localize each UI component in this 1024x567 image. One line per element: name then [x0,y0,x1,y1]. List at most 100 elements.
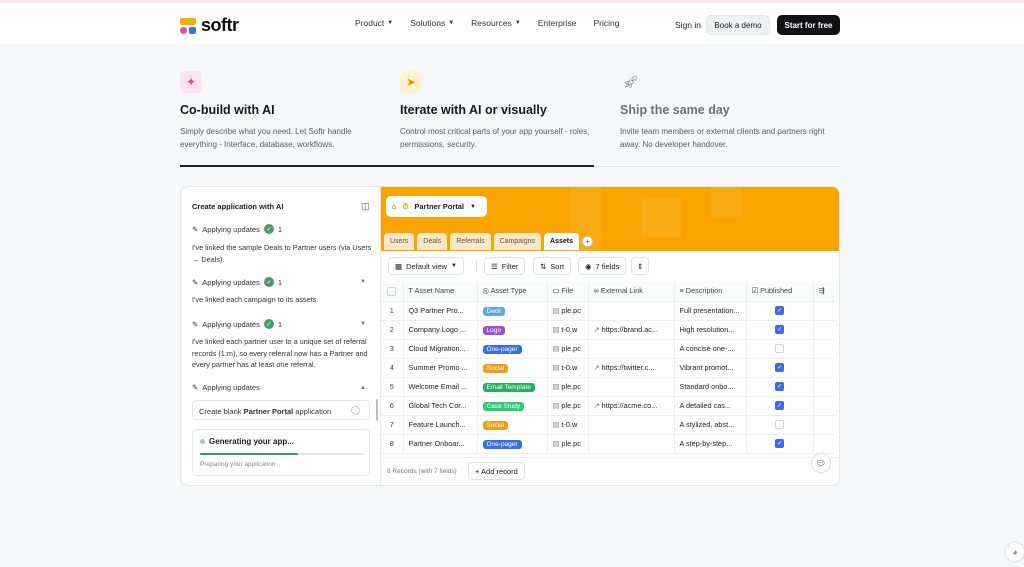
cell-file[interactable]: ▤ ple.pc [547,377,589,397]
cell-description[interactable]: High resolution... [674,320,747,340]
update-header[interactable]: ✎ Applying updates ▲ [192,383,366,392]
cell-asset-name[interactable]: Partner Onboar... [403,434,478,454]
table-row[interactable]: 3 Cloud Migration... One-pager ▤ ple.pc A co… [381,339,835,359]
cell-external-link[interactable]: ↗ https://twitter.c... [588,358,675,378]
book-demo-button[interactable]: Book a demo [706,15,770,35]
select-all-checkbox[interactable] [381,281,404,302]
cell-published[interactable] [746,339,814,359]
view-selector[interactable]: ▦ Default view ▼ [388,257,464,275]
tab-assets[interactable]: Assets [544,233,579,250]
cell-asset-type[interactable]: One-pager [477,339,548,359]
cell-published[interactable]: ✓ [746,320,814,340]
published-checkbox[interactable]: ✓ [775,439,784,449]
nav-solutions[interactable]: Solutions ▼ [410,18,454,28]
cell-description[interactable]: A detailed cas... [674,396,747,416]
cell-file[interactable]: ▤ t-0.w [547,415,589,435]
table-row[interactable]: 1 Q3 Partner Pro... Deck ▤ ple.pc Full prese… [381,301,835,321]
sidebar-scrollbar[interactable] [376,399,378,421]
assistant-widget-icon[interactable]: ◕ [1006,543,1024,561]
cell-published[interactable]: ✓ [746,377,814,397]
nav-resources[interactable]: Resources ▼ [471,18,521,28]
tab-campaigns[interactable]: Campaigns [493,233,542,250]
update-header[interactable]: ✎ Applying updates ✓ 1 ▼ [192,277,366,287]
cell-external-link[interactable] [588,339,675,359]
cell-external-link[interactable] [588,377,675,397]
cell-description[interactable]: A step-by-step... [674,434,747,454]
fields-button[interactable]: ◉ 7 fields [578,257,627,275]
cell-file[interactable]: ▤ ple.pc [547,434,589,454]
cell-description[interactable]: Full presentation... [674,301,747,321]
cell-external-link[interactable] [588,415,675,435]
published-checkbox[interactable]: ✓ [775,306,784,316]
column-file[interactable]: ▭ File [547,281,589,302]
table-row[interactable]: 5 Welcome Email ... Email Template ▤ ple.pc… [381,377,835,397]
cell-external-link[interactable] [588,434,675,454]
published-checkbox[interactable]: ✓ [775,363,784,373]
cell-asset-name[interactable]: Cloud Migration... [403,339,478,359]
cell-asset-name[interactable]: Q3 Partner Pro... [403,301,478,321]
table-row[interactable]: 7 Feature Launch... Social ▤ t-0.w A stylize… [381,415,835,435]
tab-referrals[interactable]: Referrals [450,233,491,250]
cell-asset-name[interactable]: Summer Promo ... [403,358,478,378]
nav-enterprise[interactable]: Enterprise [538,18,577,28]
sign-in-link[interactable]: Sign in [675,20,701,30]
cell-asset-name[interactable]: Feature Launch... [403,415,478,435]
feature-ship[interactable]: 🚀︎ Ship the same day Invite team members… [620,71,830,151]
column-description[interactable]: ≡ Description [674,281,747,302]
cell-file[interactable]: ▤ ple.pc [547,396,589,416]
tab-deals[interactable]: Deals [417,233,448,250]
cell-asset-type[interactable]: Social [477,415,548,435]
nav-pricing[interactable]: Pricing [594,18,620,28]
cell-asset-type[interactable]: Email Template [477,377,548,397]
published-checkbox[interactable] [775,420,784,430]
column-asset-type[interactable]: ◎ Asset Type [477,281,548,302]
cell-description[interactable]: Vibrant promot... [674,358,747,378]
published-checkbox[interactable] [775,344,784,354]
softr-logo[interactable]: softr [180,15,239,36]
table-row[interactable]: 6 Global Tech Cor... Case Study ▤ ple.pc ↗ h… [381,396,835,416]
add-tab-icon[interactable]: + [581,236,593,247]
row-height-button[interactable]: ⇕ [631,257,650,275]
feature-iterate[interactable]: ➤ Iterate with AI or visually Control mo… [400,71,610,151]
cell-file[interactable]: ▤ t-0.w [547,358,589,378]
tab-users[interactable]: Users [384,233,415,250]
update-header[interactable]: ✎ Applying updates ✓ 1 [192,224,282,234]
cell-description[interactable]: A concise one-... [674,339,747,359]
cell-external-link[interactable]: ↗ https://brand.ac... [588,320,675,340]
table-row[interactable]: 2 Company Logo ... Logo ▤ t-0.w ↗ https://br… [381,320,835,340]
cell-published[interactable]: ✓ [746,434,814,454]
cell-asset-name[interactable]: Global Tech Cor... [403,396,478,416]
cell-asset-name[interactable]: Welcome Email ... [403,377,478,397]
cell-published[interactable] [746,415,814,435]
nav-product[interactable]: Product ▼ [355,18,393,28]
cell-asset-type[interactable]: Case Study [477,396,548,416]
column-asset-name[interactable]: T Asset Name [403,281,478,302]
add-record-button[interactable]: + Add record [468,462,525,480]
chat-icon[interactable]: 💬︎ [811,453,831,473]
column-published[interactable]: ☑ Published [746,281,814,302]
cell-published[interactable]: ✓ [746,301,814,321]
feature-cobuild[interactable]: ✦ Co-build with AI Simply describe what … [180,71,390,151]
cell-asset-type[interactable]: Logo [477,320,548,340]
cell-description[interactable]: A stylized, abst... [674,415,747,435]
sort-button[interactable]: ⇅ Sort [533,257,572,275]
update-header[interactable]: ✎ Applying updates ✓ 1 ▼ [192,319,366,329]
cell-external-link[interactable] [588,301,675,321]
cell-description[interactable]: Standard onbo... [674,377,747,397]
published-checkbox[interactable]: ✓ [775,401,784,411]
published-checkbox[interactable]: ✓ [775,382,784,392]
add-column-icon[interactable]: ⇶ [813,281,835,302]
cell-published[interactable]: ✓ [746,396,814,416]
cell-asset-type[interactable]: One-pager [477,434,548,454]
sidebar-collapse-icon[interactable]: ◫ [361,201,370,212]
cell-asset-type[interactable]: Deck [477,301,548,321]
cell-file[interactable]: ▤ t-0.w [547,320,589,340]
table-row[interactable]: 4 Summer Promo ... Social ▤ t-0.w ↗ https://… [381,358,835,378]
cell-asset-type[interactable]: Social [477,358,548,378]
cell-asset-name[interactable]: Company Logo ... [403,320,478,340]
column-external-link[interactable]: ∞ External Link [588,281,675,302]
filter-button[interactable]: ☰ Filter [484,257,526,275]
cell-external-link[interactable]: ↗ https://acme.co... [588,396,675,416]
published-checkbox[interactable]: ✓ [775,325,784,335]
cell-file[interactable]: ▤ ple.pc [547,301,589,321]
